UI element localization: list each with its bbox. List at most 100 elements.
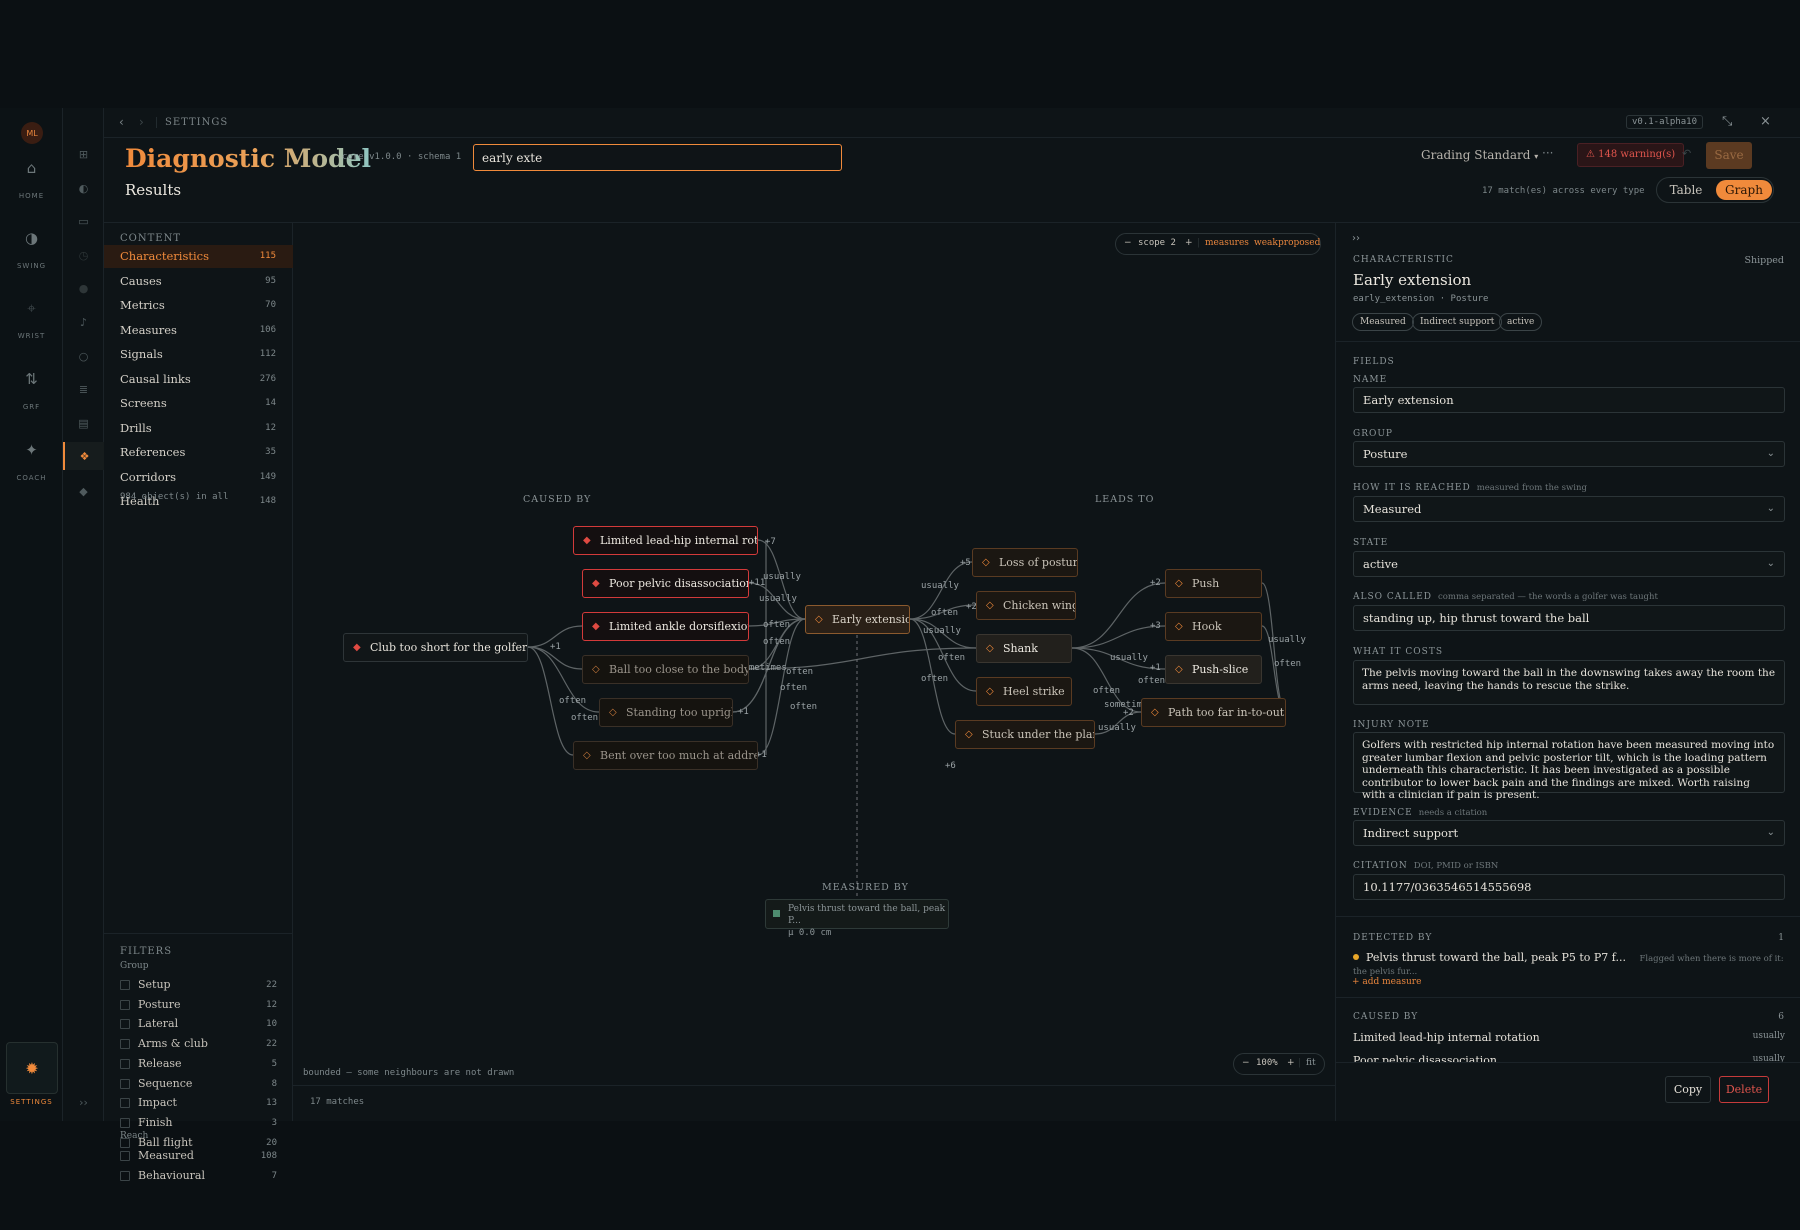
forward-icon[interactable]: › [139,115,144,129]
name-field[interactable]: Early extension [1353,387,1785,413]
node-lead[interactable]: ◇ Shank [976,634,1072,663]
node-cause[interactable]: ◆ Limited ankle dorsiflexion [582,612,749,641]
node-focus[interactable]: ◇ Early extension [805,605,910,634]
node-cause[interactable]: ◇ Ball too close to the body [582,655,749,684]
also-called-field[interactable]: standing up, hip thrust toward the ball [1353,605,1785,631]
checkbox[interactable] [120,980,130,990]
collapse-panel-icon[interactable]: ›› [1352,233,1360,244]
checkbox[interactable] [120,999,130,1010]
state-select[interactable]: active ⌄ [1353,551,1785,577]
node-lead[interactable]: ◇ Heel strike [976,677,1072,706]
filter-checkbox-row[interactable]: Setup 22 [120,977,277,995]
tab-table[interactable]: Table [1661,180,1711,200]
contrast-icon[interactable]: ◐ [63,174,104,202]
diamond-icon[interactable]: ◆ [63,477,104,505]
avatar[interactable]: ML [21,122,43,144]
clock-icon[interactable]: ◷ [63,241,104,269]
grid-icon[interactable]: ⊞ [63,140,104,168]
content-item[interactable]: Metrics 70 [104,294,293,317]
node-far-lead[interactable]: ◇ Push-slice [1165,655,1262,684]
content-item[interactable]: Corridors 149 [104,466,293,489]
panel-icon[interactable]: ▭ [63,207,104,235]
scope-plus-button[interactable]: + [1185,238,1193,248]
rail-item-wrist[interactable]: ⌖ WRIST [0,298,63,340]
cost-field[interactable]: The pelvis moving toward the ball in the… [1353,660,1785,705]
fit-button[interactable]: fit [1306,1058,1316,1068]
content-item[interactable]: Drills 12 [104,417,293,440]
model-icon[interactable]: ❖ [63,442,104,470]
checkbox[interactable] [120,1117,130,1128]
close-icon[interactable]: × [1760,114,1771,129]
content-item[interactable]: Signals 112 [104,343,293,366]
collapse-icon[interactable]: ⤡ [1722,114,1732,129]
measures-toggle[interactable]: measures [1205,238,1249,248]
table-icon[interactable]: ▤ [63,409,104,437]
graph-canvas[interactable]: +7 +11 usually usually often often sometimes of… [293,223,1335,1121]
filter-checkbox-row[interactable]: Posture 12 [120,997,277,1015]
node-cause[interactable]: ◇ Standing too upright [599,698,733,727]
content-item[interactable]: Causes 95 [104,270,293,293]
detected-measure-row[interactable]: Pelvis thrust toward the ball, peak P5 t… [1353,951,1785,977]
content-item[interactable]: References 35 [104,441,293,464]
warnings-badge[interactable]: ⚠ 148 warning(s) [1577,143,1685,167]
expand-icon[interactable]: ›› [63,1088,104,1116]
music-icon[interactable]: ♪ [63,308,104,336]
reached-select[interactable]: Measured ⌄ [1353,496,1785,522]
delete-button[interactable]: Delete [1719,1076,1769,1103]
checkbox[interactable] [120,1019,130,1030]
zoom-in-button[interactable]: + [1287,1058,1295,1068]
search-input[interactable] [473,144,842,171]
content-item[interactable]: Measures 106 [104,319,293,342]
content-item[interactable]: Screens 14 [104,392,293,415]
checkbox[interactable] [120,1058,130,1069]
settings-button[interactable]: ✹ [6,1042,58,1094]
filter-checkbox-row[interactable]: Sequence 8 [120,1076,277,1094]
more-icon[interactable]: ··· [1542,146,1553,160]
filter-checkbox-row[interactable]: Behavioural 7 [120,1168,277,1186]
content-item[interactable]: Characteristics 115 [104,245,293,268]
checkbox[interactable] [120,1098,130,1109]
list-icon[interactable]: ≣ [63,375,104,403]
filter-checkbox-row[interactable]: Lateral 10 [120,1016,277,1034]
ring-icon[interactable]: ○ [63,342,104,370]
filter-checkbox-row[interactable]: Measured 108 [120,1148,277,1166]
add-measure-link[interactable]: + add measure [1352,977,1421,987]
evidence-select[interactable]: Indirect support ⌄ [1353,820,1785,846]
node-lead[interactable]: ◇ Loss of posture [972,548,1078,577]
checkbox[interactable] [120,1151,130,1161]
node-far-lead[interactable]: ◇ Path too far in-to-out [1141,698,1286,727]
checkbox[interactable] [120,1039,130,1050]
zoom-out-button[interactable]: − [1242,1058,1250,1068]
group-select[interactable]: Posture ⌄ [1353,441,1785,467]
save-button[interactable]: Save [1706,142,1752,169]
filter-checkbox-row[interactable]: Release 5 [120,1056,277,1074]
node-cause[interactable]: ◆ Limited lead-hip internal rotation [573,526,758,555]
tab-graph[interactable]: Graph [1716,180,1772,200]
checkbox[interactable] [120,1170,130,1181]
caused-row[interactable]: Poor pelvic disassociation usually [1353,1054,1785,1062]
node-far-lead[interactable]: ◇ Push [1165,569,1262,598]
filter-checkbox-row[interactable]: Impact 13 [120,1095,277,1113]
proposed-toggle[interactable]: proposed [1278,238,1320,248]
node-cause[interactable]: ◇ Bent over too much at address [573,741,758,770]
checkbox[interactable] [120,1078,130,1089]
scope-minus-button[interactable]: − [1124,238,1132,248]
citation-field[interactable]: 10.1177/0363546514555698 [1353,874,1785,900]
back-icon[interactable]: ‹ [119,115,124,129]
rail-item-swing[interactable]: ◑ SWING [0,228,63,270]
rail-item-coach[interactable]: ✦ COACH [0,440,63,482]
measure-node[interactable]: Pelvis thrust toward the ball, peak P...… [765,899,949,938]
node-root[interactable]: ◆ Club too short for the golfer [343,633,528,662]
node-lead[interactable]: ◇ Chicken wing [976,591,1076,620]
rail-item-grf[interactable]: ⇅ GRF [0,369,63,411]
copy-button[interactable]: Copy [1665,1076,1711,1103]
node-cause[interactable]: ◆ Poor pelvic disassociation [582,569,749,598]
node-far-lead[interactable]: ◇ Hook [1165,612,1262,641]
filter-checkbox-row[interactable]: Arms & club 22 [120,1036,277,1054]
node-lead[interactable]: ◇ Stuck under the plane [955,720,1095,749]
standard-select[interactable]: Grading Standard ▾ [1421,148,1538,162]
undo-icon[interactable]: ↶ [1682,147,1691,160]
caused-row[interactable]: Limited lead-hip internal rotation usuall… [1353,1031,1785,1044]
content-item[interactable]: Causal links 276 [104,368,293,391]
weak-toggle[interactable]: weak [1254,238,1278,248]
